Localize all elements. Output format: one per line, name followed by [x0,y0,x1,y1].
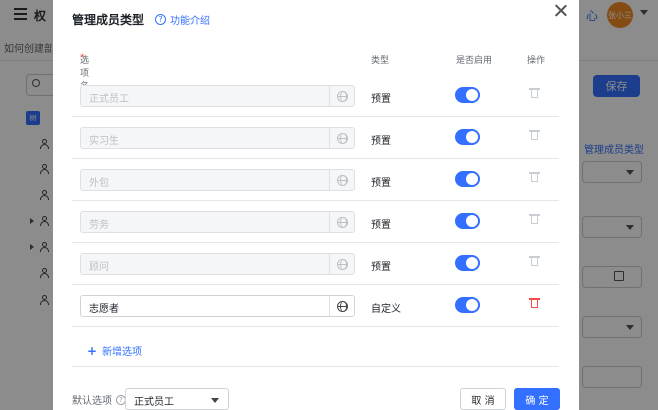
option-name-input[interactable]: 志愿者 [80,295,355,317]
option-name-input: 顾问 [80,253,355,275]
enabled-toggle[interactable] [455,129,480,145]
option-type: 预置 [371,220,391,231]
option-type: 预置 [371,178,391,189]
trash-icon [529,130,540,141]
required-mark: * [80,53,85,63]
footer-divider [72,366,559,367]
add-option-button[interactable]: + 新增选项 [87,343,142,359]
enabled-toggle[interactable] [455,87,480,103]
column-actions-header: 操作 [527,56,546,66]
globe-icon [337,91,348,102]
globe-icon [337,259,348,270]
manage-member-type-dialog: 管理成员类型 ? 功能介绍 选项名* 类型 是否启用 操作 正式员工 预置 实习… [53,0,579,410]
default-option-select[interactable]: 正式员工 [125,388,229,410]
enabled-toggle[interactable] [455,255,480,271]
plus-icon: + [87,343,98,358]
option-type: 自定义 [371,304,401,315]
default-option-label: 默认选项 ? [72,392,126,407]
globe-icon [337,217,348,228]
table-header: 选项名* 类型 是否启用 操作 [80,53,546,92]
option-type: 预置 [371,94,391,105]
confirm-button[interactable]: 确 定 [514,388,560,410]
help-link-label[interactable]: 功能介绍 [170,12,210,27]
cancel-button[interactable]: 取 消 [460,388,506,410]
option-name-input: 实习生 [80,127,355,149]
enabled-toggle[interactable] [455,297,480,313]
option-row: 正式员工 预置 [72,76,559,117]
option-name-input: 正式员工 [80,85,355,107]
option-name-input: 劳务 [80,211,355,233]
column-enabled-header: 是否启用 [456,56,493,66]
chevron-down-icon [211,398,219,403]
trash-icon [529,256,540,267]
option-row: 实习生 预置 [72,118,559,159]
globe-icon[interactable] [337,301,348,312]
question-icon: ? [155,14,167,25]
globe-icon [337,175,348,186]
option-name-input: 外包 [80,169,355,191]
trash-icon [529,172,540,183]
dialog-title: 管理成员类型 [72,13,145,27]
column-type-header: 类型 [371,56,390,66]
add-option-label[interactable]: 新增选项 [102,343,142,358]
close-icon[interactable] [552,2,570,20]
option-type: 预置 [371,262,391,273]
help-link[interactable]: ? 功能介绍 [155,12,210,27]
option-type: 预置 [371,136,391,147]
option-row: 劳务 预置 [72,202,559,243]
globe-icon [337,133,348,144]
option-row: 外包 预置 [72,160,559,201]
trash-icon [529,214,540,225]
trash-icon [529,88,540,99]
option-row: 志愿者 自定义 [72,286,559,327]
trash-icon[interactable] [529,298,540,309]
dialog-header: 管理成员类型 ? 功能介绍 [72,11,210,28]
option-row: 顾问 预置 [72,244,559,285]
default-option-value: 正式员工 [134,397,174,408]
enabled-toggle[interactable] [455,213,480,229]
enabled-toggle[interactable] [455,171,480,187]
